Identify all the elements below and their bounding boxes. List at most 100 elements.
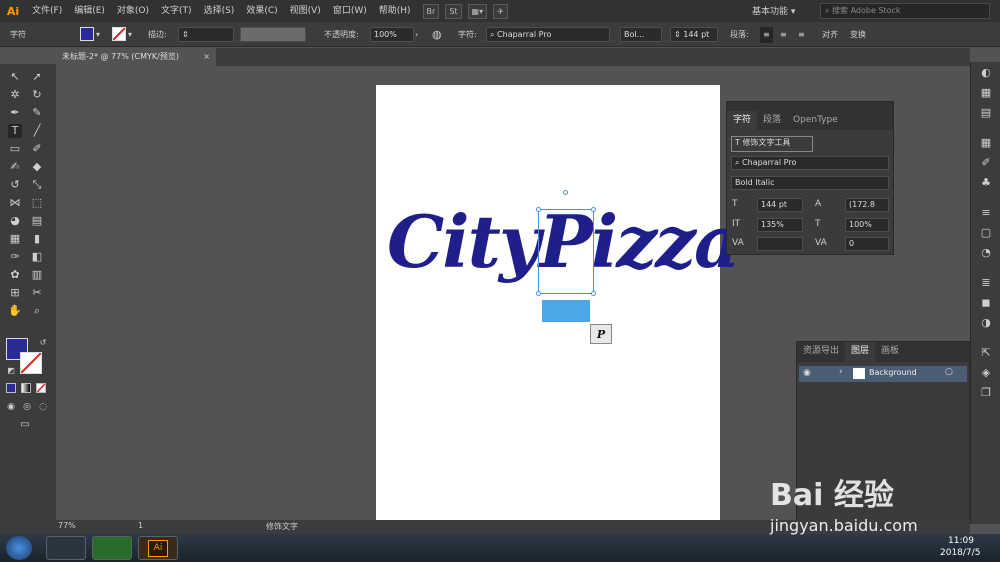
workspace-switcher[interactable]: 基本功能 ▾: [752, 4, 795, 17]
scale-tool-icon[interactable]: ⤡: [30, 178, 44, 192]
expand-chevron-icon[interactable]: ›: [839, 367, 843, 377]
font-family-field[interactable]: ⌕ Chaparral Pro: [731, 156, 889, 170]
stroke-color-swatch[interactable]: [20, 352, 42, 374]
bridge-button[interactable]: Br: [422, 3, 440, 19]
layers-panel-icon[interactable]: ◈: [979, 366, 993, 380]
gradient-tool-icon[interactable]: ▮: [30, 232, 44, 246]
align-right-icon[interactable]: ≡: [798, 27, 805, 43]
vertical-scale-field[interactable]: 135%: [757, 218, 803, 232]
font-style-field[interactable]: Bol...: [620, 27, 662, 42]
layer-row[interactable]: ◉ › Background ○: [799, 366, 967, 382]
glyph-selection-box[interactable]: [536, 190, 596, 296]
eraser-tool-icon[interactable]: ◆: [30, 160, 44, 174]
tab-character[interactable]: 字符: [727, 111, 758, 130]
stroke-dropdown-icon[interactable]: ▾: [128, 27, 132, 43]
layer-name[interactable]: Background: [869, 368, 917, 377]
stock-button[interactable]: St: [445, 3, 462, 19]
hand-tool-icon[interactable]: ✋: [8, 304, 22, 318]
width-tool-icon[interactable]: ⋈: [8, 196, 22, 210]
screen-mode-icon[interactable]: ▭: [18, 418, 32, 432]
symbol-sprayer-tool-icon[interactable]: ✿: [8, 268, 22, 282]
align-center-icon[interactable]: ≡: [780, 27, 787, 43]
font-size-field[interactable]: 144 pt: [757, 198, 803, 212]
magic-wand-tool-icon[interactable]: ✲: [8, 88, 22, 102]
mesh-tool-icon[interactable]: ▦: [8, 232, 22, 246]
eyedropper-tool-icon[interactable]: ✑: [8, 250, 22, 264]
lasso-tool-icon[interactable]: ↻: [30, 88, 44, 102]
selection-handle[interactable]: [536, 291, 541, 296]
stock-search-input[interactable]: ⌕ 搜索 Adobe Stock: [820, 3, 990, 19]
gpu-performance-icon[interactable]: ✈: [493, 3, 508, 19]
align-panel-icon[interactable]: ≡: [979, 206, 993, 220]
zoom-field[interactable]: 77%: [58, 521, 76, 530]
zoom-tool-icon[interactable]: ⌕: [30, 304, 44, 318]
fill-swatch[interactable]: [80, 27, 94, 41]
color-guide-icon[interactable]: ▦: [979, 86, 993, 100]
touch-type-tool-button[interactable]: T 修饰文字工具: [731, 136, 813, 152]
libraries-icon[interactable]: ▤: [979, 106, 993, 120]
gradient-panel-icon[interactable]: ◼: [979, 296, 993, 310]
horizontal-scale-field[interactable]: 100%: [845, 218, 889, 232]
align-button[interactable]: 对齐: [822, 27, 838, 43]
draw-behind-icon[interactable]: ◎: [20, 400, 34, 414]
paintbrush-tool-icon[interactable]: ✐: [30, 142, 44, 156]
menu-view[interactable]: 视图(V): [284, 0, 327, 22]
transparency-icon[interactable]: ◑: [979, 316, 993, 330]
menu-select[interactable]: 选择(S): [198, 0, 241, 22]
selection-handle[interactable]: [591, 207, 596, 212]
perspective-grid-tool-icon[interactable]: ▤: [30, 214, 44, 228]
line-tool-icon[interactable]: ╱: [30, 124, 44, 138]
artboards-panel-icon[interactable]: ❐: [979, 386, 993, 400]
graph-tool-icon[interactable]: ▥: [30, 268, 44, 282]
draw-inside-icon[interactable]: ◌: [36, 400, 50, 414]
rectangle-tool-icon[interactable]: ▭: [8, 142, 22, 156]
menu-window[interactable]: 窗口(W): [327, 0, 373, 22]
artboard-number-field[interactable]: 1: [138, 521, 143, 530]
visibility-eye-icon[interactable]: ◉: [803, 368, 811, 378]
menu-file[interactable]: 文件(F): [26, 0, 68, 22]
document-tab[interactable]: 未标题-2* @ 77% (CMYK/预览) ×: [56, 48, 216, 66]
color-panel-icon[interactable]: ◐: [979, 66, 993, 80]
fill-dropdown-icon[interactable]: ▾: [96, 27, 100, 43]
touch-type-tool-icon[interactable]: T: [8, 124, 22, 138]
shaper-tool-icon[interactable]: ✍: [8, 160, 22, 174]
start-button[interactable]: [6, 536, 32, 560]
stroke-swatch[interactable]: [112, 27, 126, 41]
align-left-icon[interactable]: ≡: [760, 27, 773, 43]
tab-paragraph[interactable]: 段落: [757, 111, 787, 130]
tab-artboards[interactable]: 画板: [875, 342, 905, 362]
selection-handle[interactable]: [536, 207, 541, 212]
stroke-weight-field[interactable]: ⇕: [178, 27, 234, 42]
direct-selection-tool-icon[interactable]: ➚: [30, 70, 44, 84]
opacity-dropdown-icon[interactable]: ›: [415, 27, 418, 43]
swatches-icon[interactable]: ▦: [979, 136, 993, 150]
menu-help[interactable]: 帮助(H): [373, 0, 417, 22]
menu-type[interactable]: 文字(T): [155, 0, 198, 22]
transform-button[interactable]: 变换: [850, 27, 866, 43]
curvature-tool-icon[interactable]: ✎: [30, 106, 44, 120]
menu-effect[interactable]: 效果(C): [240, 0, 283, 22]
menu-edit[interactable]: 编辑(E): [68, 0, 111, 22]
gradient-mode-icon[interactable]: [21, 383, 31, 393]
swap-fill-stroke-icon[interactable]: ↺: [36, 336, 50, 350]
taskbar-browser-icon[interactable]: [46, 536, 86, 560]
variable-width-field[interactable]: [240, 27, 306, 42]
taskbar-illustrator-button[interactable]: Ai: [138, 536, 178, 560]
close-icon[interactable]: ×: [203, 48, 210, 66]
export-icon[interactable]: ⇱: [979, 346, 993, 360]
leading-field[interactable]: (172.8: [845, 198, 889, 212]
selection-tool-icon[interactable]: ↖: [8, 70, 22, 84]
opacity-field[interactable]: 100%: [370, 27, 414, 42]
font-size-field[interactable]: ⇕ 144 pt: [670, 27, 718, 42]
font-family-field[interactable]: ⌕ Chaparral Pro: [486, 27, 610, 42]
target-icon[interactable]: ○: [945, 367, 953, 377]
arrange-documents-icon[interactable]: ▦▾: [467, 3, 488, 19]
tracking-field[interactable]: 0: [845, 237, 889, 251]
pen-tool-icon[interactable]: ✒: [8, 106, 22, 120]
stroke-panel-icon[interactable]: ≣: [979, 276, 993, 290]
recolor-icon[interactable]: ◍: [432, 27, 442, 43]
transform-panel-icon[interactable]: ▢: [979, 226, 993, 240]
panel-header[interactable]: [727, 102, 893, 111]
kerning-field[interactable]: [757, 237, 803, 251]
artboard-tool-icon[interactable]: ⊞: [8, 286, 22, 300]
